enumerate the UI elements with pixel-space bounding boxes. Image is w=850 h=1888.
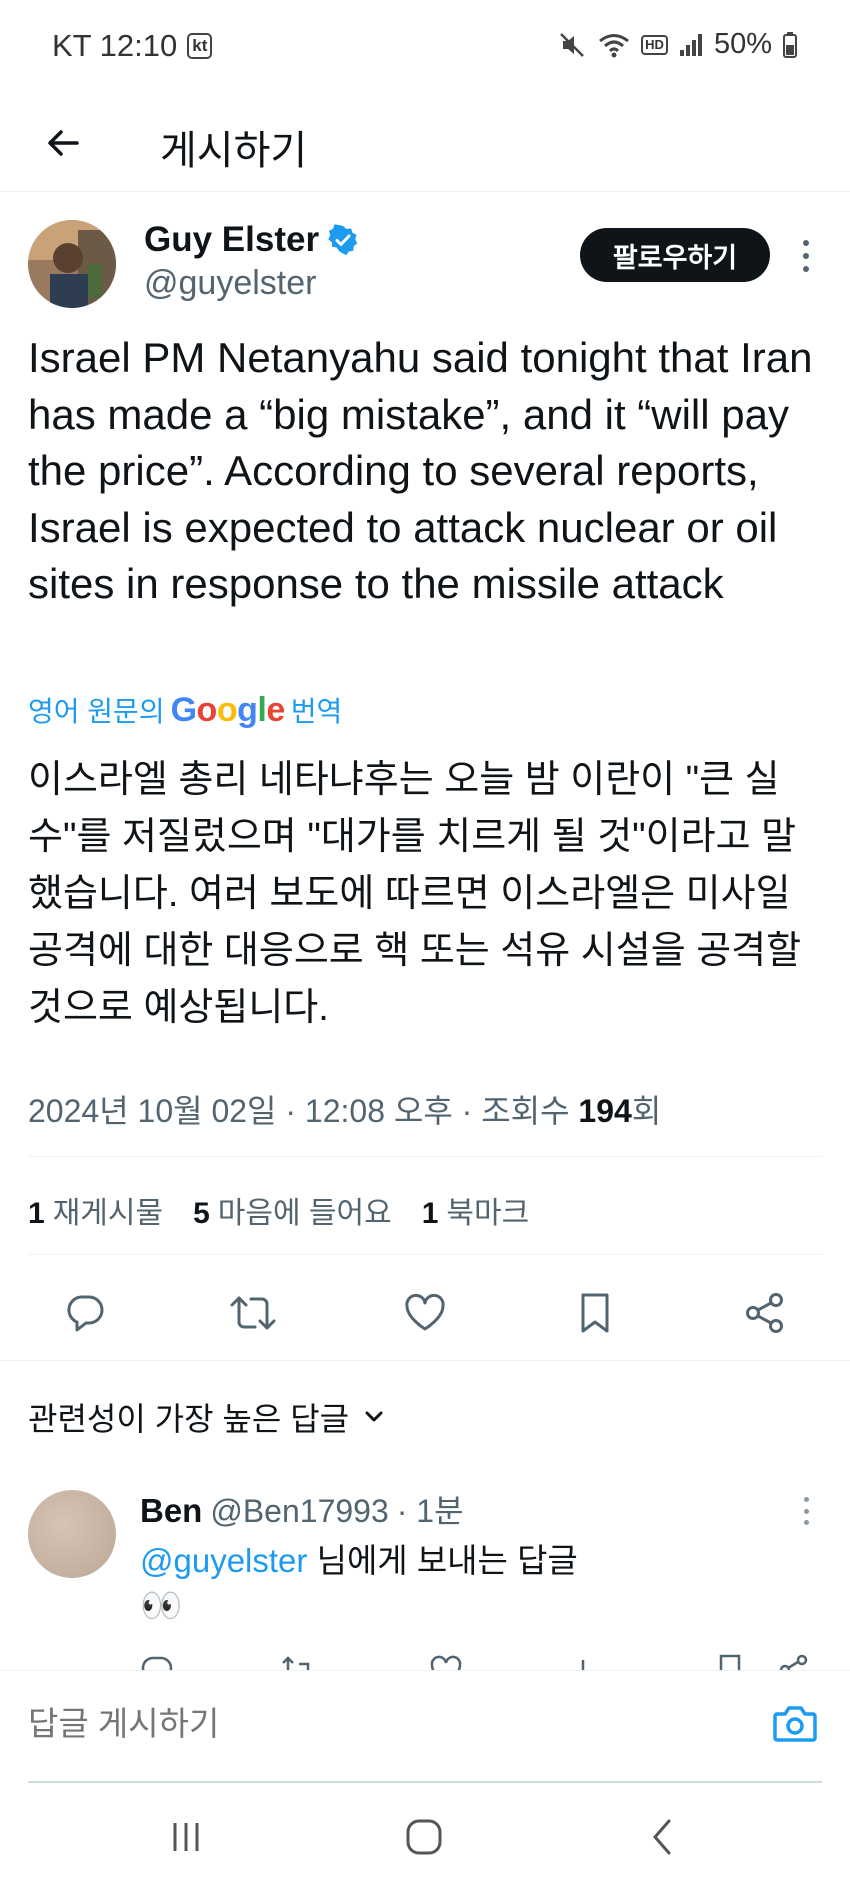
reply-share-icon[interactable]	[776, 1652, 812, 1672]
divider	[28, 1156, 822, 1157]
carrier-badge: kt	[187, 33, 213, 59]
author-handle[interactable]: @guyelster	[144, 264, 316, 303]
reply-sort-label: 관련성이 가장 높은 답글	[28, 1401, 350, 1437]
reposts-stat[interactable]: 1 재게시물	[28, 1188, 163, 1232]
reply-to-line: @guyelster 님에게 보내는 답글	[140, 1534, 578, 1582]
like-button[interactable]	[400, 1288, 450, 1338]
reply-actions	[0, 1650, 850, 1672]
more-options-icon[interactable]	[796, 236, 816, 276]
reply-time: · 1분	[396, 1493, 464, 1529]
carrier-time: KT 12:10	[52, 28, 178, 63]
reply-reply-icon[interactable]	[140, 1652, 176, 1672]
recent-apps-button[interactable]	[156, 1812, 216, 1862]
tweet-text: Israel PM Netanyahu said tonight that Ir…	[28, 334, 813, 607]
camera-button[interactable]	[768, 1697, 822, 1751]
translate-link[interactable]: 영어 원문의 Google 번역	[28, 690, 342, 730]
reply-author-handle[interactable]: @Ben17993	[210, 1493, 388, 1530]
tweet-meta: 2024년 10월 02일 · 12:08 오후 · 조회수 194회	[28, 1086, 661, 1132]
home-button[interactable]	[394, 1812, 454, 1862]
google-logo: Google	[170, 690, 286, 729]
heart-icon	[405, 1293, 445, 1331]
reply-input[interactable]	[28, 1705, 728, 1743]
avatar-image	[28, 220, 116, 308]
divider	[28, 1254, 822, 1255]
reply-button[interactable]	[60, 1288, 110, 1338]
translate-prefix: 영어 원문의	[28, 696, 165, 727]
status-left: KT 12:10 kt	[52, 28, 213, 64]
author-avatar[interactable]	[28, 220, 116, 308]
hd-badge: HD	[641, 34, 668, 55]
view-count: 194	[578, 1093, 632, 1129]
tweet-stats: 1 재게시물 5 마음에 들어요 1 북마크	[28, 1188, 529, 1232]
reply-author-name[interactable]: Ben	[140, 1492, 202, 1530]
divider	[0, 1360, 850, 1361]
verified-badge-icon	[328, 224, 358, 256]
signal-icon	[679, 33, 702, 56]
reply-heart-icon[interactable]	[428, 1652, 464, 1672]
reply-bookmark-icon[interactable]	[712, 1652, 748, 1672]
reply-sort-dropdown[interactable]: 관련성이 가장 높은 답글	[28, 1394, 387, 1440]
bookmarks-stat[interactable]: 1 북마크	[422, 1188, 530, 1232]
reply-to-mention[interactable]: @guyelster	[140, 1542, 307, 1579]
mute-icon	[560, 32, 585, 57]
chevron-left-icon	[653, 1819, 671, 1855]
view-unit: 회	[631, 1093, 662, 1129]
tweet-actions	[0, 1278, 850, 1348]
arrow-left-icon	[48, 130, 79, 156]
likes-stat[interactable]: 5 마음에 들어요	[193, 1188, 392, 1232]
page-title: 게시하기	[160, 129, 308, 173]
follow-button[interactable]: 팔로우하기	[580, 228, 770, 282]
home-icon	[406, 1819, 442, 1855]
reply-text: 👀	[140, 1587, 183, 1625]
reply-repost-icon[interactable]	[280, 1652, 316, 1672]
back-button[interactable]	[36, 116, 90, 170]
system-nav-bar	[0, 1782, 850, 1888]
wifi-icon	[599, 33, 630, 57]
repost-button[interactable]	[228, 1288, 278, 1338]
author-name-text: Guy Elster	[144, 220, 320, 259]
reply-icon	[67, 1295, 104, 1332]
chevron-down-icon	[365, 1411, 383, 1422]
repost-icon	[230, 1296, 276, 1330]
battery-icon	[783, 31, 797, 58]
reply-views-icon[interactable]	[570, 1652, 610, 1672]
share-icon	[746, 1293, 783, 1333]
share-button[interactable]	[740, 1288, 790, 1338]
camera-icon	[773, 1706, 817, 1742]
tweet-datetime: 2024년 10월 02일 · 12:08 오후 · 조회수	[28, 1093, 570, 1129]
battery-percent: 50%	[713, 28, 772, 60]
reply-header: Ben @Ben17993 · 1분	[140, 1486, 464, 1532]
translated-text: 이스라엘 총리 네타냐후는 오늘 밤 이란이 "큰 실수"를 저질렀으며 "대가…	[28, 759, 802, 1029]
back-nav-button[interactable]	[632, 1812, 692, 1862]
bookmark-icon	[581, 1293, 609, 1333]
reply-more-options-icon[interactable]	[796, 1494, 816, 1528]
recent-apps-icon	[173, 1823, 199, 1851]
top-app-bar: 게시하기	[0, 96, 850, 192]
translate-suffix: 번역	[290, 696, 343, 727]
reply-avatar[interactable]	[28, 1490, 116, 1578]
status-right: HD 50%	[557, 28, 798, 61]
reply-to-suffix: 님에게 보내는 답글	[316, 1542, 578, 1579]
status-bar: KT 12:10 kt HD 50%	[0, 0, 850, 96]
bookmark-button[interactable]	[570, 1288, 620, 1338]
author-name[interactable]: Guy Elster	[144, 220, 359, 260]
reply-compose-bar	[0, 1670, 850, 1783]
